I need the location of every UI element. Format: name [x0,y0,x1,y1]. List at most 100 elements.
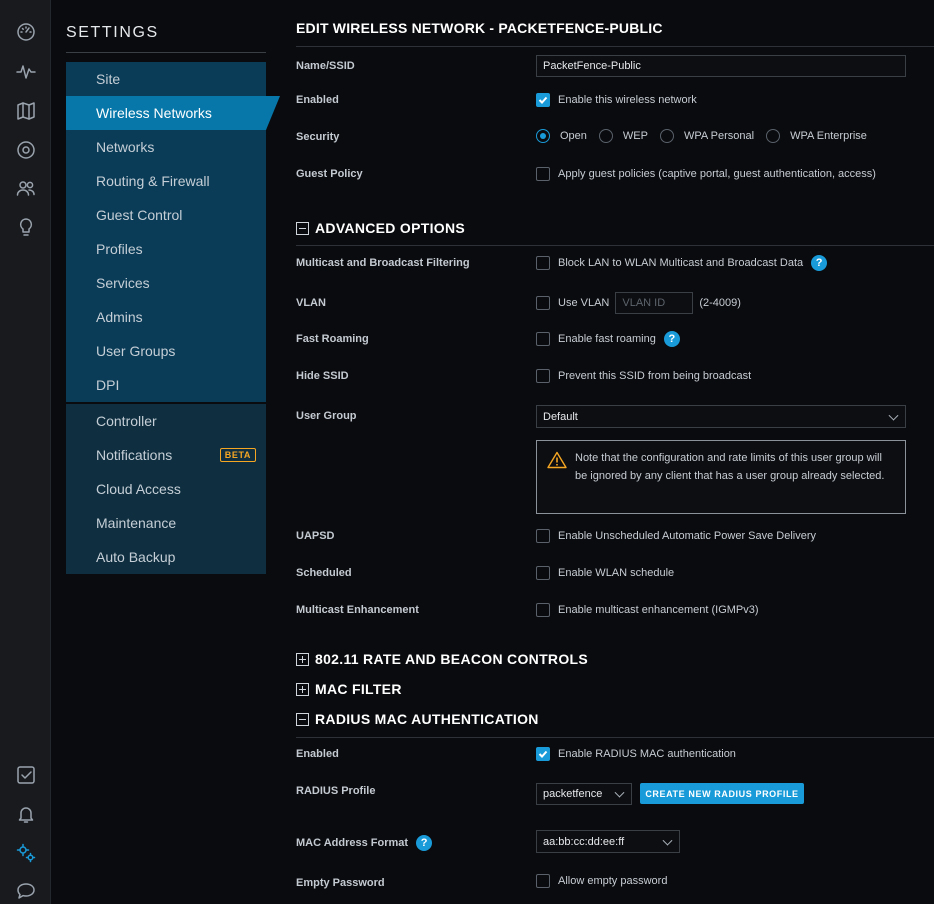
sidebar-item-cloud-access[interactable]: Cloud Access [66,472,266,506]
collapse-icon [296,712,309,726]
divider [66,52,266,53]
radius-enabled-row[interactable]: Enable RADIUS MAC authentication [536,747,736,761]
vlan-label: VLAN [296,297,326,309]
statistics-icon[interactable] [13,59,39,85]
sidebar-item-controller[interactable]: Controller [66,404,266,438]
alerts-icon[interactable] [13,762,39,788]
sidebar-item-profiles[interactable]: Profiles [66,232,266,266]
mac-filter-toggle[interactable]: MAC FILTER [296,681,402,697]
name-ssid-input[interactable]: PacketFence-Public [536,55,906,77]
create-radius-profile-button[interactable]: CREATE NEW RADIUS PROFILE [640,783,804,804]
sidebar-item-dpi[interactable]: DPI [66,368,266,402]
guest-policy-checkbox[interactable] [536,167,550,181]
empty-password-text: Allow empty password [558,875,668,887]
mac-format-label-row: MAC Address Format ? [296,835,433,851]
empty-password-row[interactable]: Allow empty password [536,874,667,888]
use-vlan-checkbox[interactable] [536,296,550,310]
fast-roaming-row[interactable]: Enable fast roaming ? [536,331,680,347]
security-wpa-enterprise-radio[interactable] [766,129,781,143]
uapsd-checkbox[interactable] [536,529,550,543]
sidebar-item-services[interactable]: Services [66,266,266,300]
security-wpa-personal-label: WPA Personal [683,130,755,142]
sidebar-item-admins[interactable]: Admins [66,300,266,334]
security-wpa-personal-radio[interactable] [659,129,674,143]
chat-icon[interactable] [13,878,39,904]
expand-icon [296,682,309,696]
insights-icon[interactable] [13,214,39,240]
radius-mac-title: RADIUS MAC AUTHENTICATION [315,711,539,727]
security-wep-radio[interactable] [598,129,613,143]
help-icon[interactable]: ? [663,331,680,347]
divider [296,737,934,738]
sidebar-item-routing-firewall[interactable]: Routing & Firewall [66,164,266,198]
hide-ssid-checkbox[interactable] [536,369,550,383]
guest-policy-text: Apply guest policies (captive portal, gu… [558,168,876,180]
settings-title: SETTINGS [66,24,159,41]
divider [296,245,934,246]
map-icon[interactable] [13,98,39,124]
security-open-radio[interactable] [536,129,550,143]
enabled-checkbox[interactable] [536,93,550,107]
multicast-filtering-text: Block LAN to WLAN Multicast and Broadcas… [558,257,804,269]
devices-icon[interactable] [13,137,39,163]
fast-roaming-label: Fast Roaming [296,333,369,345]
multicast-filtering-checkbox[interactable] [536,256,550,270]
hide-ssid-row[interactable]: Prevent this SSID from being broadcast [536,369,751,383]
sidebar-item-maintenance[interactable]: Maintenance [66,506,266,540]
settings-icon[interactable] [13,840,39,866]
enabled-checkbox-row[interactable]: Enable this wireless network [536,93,697,107]
dashboard-icon[interactable] [13,19,39,45]
radius-mac-toggle[interactable]: RADIUS MAC AUTHENTICATION [296,711,539,727]
radius-enabled-text: Enable RADIUS MAC authentication [558,748,736,760]
radius-profile-value: packetfence [543,788,603,800]
settings-nav-secondary: Controller Notifications BETA Cloud Acce… [66,404,266,574]
sidebar-item-guest-control[interactable]: Guest Control [66,198,266,232]
expand-icon [296,652,309,666]
multicast-enhancement-label: Multicast Enhancement [296,604,419,616]
rate-beacon-title: 802.11 RATE AND BEACON CONTROLS [315,651,589,667]
guest-policy-row[interactable]: Apply guest policies (captive portal, gu… [536,167,876,181]
events-icon[interactable] [13,801,39,827]
vlan-range-hint: (2-4009) [699,297,741,309]
radius-profile-select[interactable]: packetfence [536,783,632,805]
security-label: Security [296,131,340,143]
sidebar-item-wireless-networks[interactable]: Wireless Networks [66,96,280,130]
help-icon[interactable]: ? [811,255,828,271]
vlan-id-input[interactable]: VLAN ID [615,292,694,314]
sidebar-item-networks[interactable]: Networks [66,130,266,164]
help-icon[interactable]: ? [416,835,433,851]
advanced-options-title: ADVANCED OPTIONS [315,220,465,236]
advanced-options-toggle[interactable]: ADVANCED OPTIONS [296,220,465,236]
rate-beacon-toggle[interactable]: 802.11 RATE AND BEACON CONTROLS [296,651,588,667]
sidebar-item-site[interactable]: Site [66,62,266,96]
radius-enabled-label: Enabled [296,748,339,760]
multicast-enhancement-text: Enable multicast enhancement (IGMPv3) [558,604,759,616]
uapsd-text: Enable Unscheduled Automatic Power Save … [558,530,817,542]
sidebar-item-notifications[interactable]: Notifications BETA [66,438,266,472]
uapsd-row[interactable]: Enable Unscheduled Automatic Power Save … [536,529,816,543]
fast-roaming-checkbox[interactable] [536,332,550,346]
settings-nav-primary: Site Wireless Networks Networks Routing … [66,62,280,402]
multicast-enhancement-checkbox[interactable] [536,603,550,617]
scheduled-row[interactable]: Enable WLAN schedule [536,566,674,580]
enabled-text: Enable this wireless network [558,94,697,106]
user-group-select[interactable]: Default [536,405,906,428]
sidebar-item-auto-backup[interactable]: Auto Backup [66,540,266,574]
user-group-label: User Group [296,410,357,422]
multicast-enhancement-row[interactable]: Enable multicast enhancement (IGMPv3) [536,603,759,617]
user-group-note-text: Note that the configuration and rate lim… [575,452,885,482]
multicast-filtering-row[interactable]: Block LAN to WLAN Multicast and Broadcas… [536,255,828,271]
icon-rail [0,0,51,904]
uapsd-label: UAPSD [296,530,335,542]
radius-profile-label: RADIUS Profile [296,785,376,797]
sidebar-item-user-groups[interactable]: User Groups [66,334,266,368]
empty-password-checkbox[interactable] [536,874,550,888]
user-group-value: Default [543,410,578,423]
scheduled-checkbox[interactable] [536,566,550,580]
clients-icon[interactable] [13,175,39,201]
enabled-label: Enabled [296,94,339,106]
mac-filter-title: MAC FILTER [315,681,402,697]
radius-enabled-checkbox[interactable] [536,747,550,761]
mac-format-select[interactable]: aa:bb:cc:dd:ee:ff [536,830,680,853]
chevron-down-icon [614,787,625,798]
